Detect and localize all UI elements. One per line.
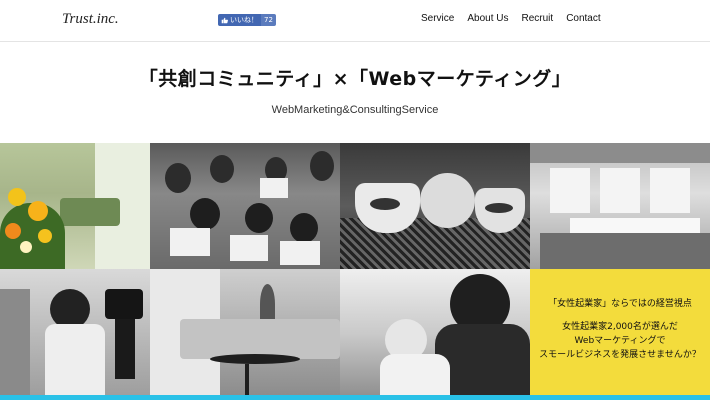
photo-teacups xyxy=(340,143,530,269)
photo-camera-woman xyxy=(0,269,150,400)
photo-meeting-room xyxy=(530,143,710,269)
site-logo[interactable]: Trust.inc. xyxy=(62,11,119,28)
facebook-like-button[interactable]: いいね！ xyxy=(218,14,261,26)
facebook-like-label: いいね！ xyxy=(230,16,258,24)
hero-subline: WebMarketing&ConsultingService xyxy=(271,104,439,116)
promo-panel[interactable]: 「女性起業家」ならではの経営視点 女性起業家2,000名が選んだ Webマーケテ… xyxy=(530,269,710,400)
main-nav: Service About Us Recruit Contact xyxy=(421,0,601,36)
promo-line-3: スモールビジネスを発展させませんか？ xyxy=(539,350,701,360)
promo-line-1: 女性起業家2,000名が選んだ xyxy=(562,322,678,332)
facebook-like-widget[interactable]: いいね！ 72 xyxy=(218,14,276,26)
promo-title: 「女性起業家」ならではの経営視点 xyxy=(548,299,692,309)
thumbs-up-icon xyxy=(221,17,228,23)
photo-lounge xyxy=(150,269,340,400)
promo-text-block: 「女性起業家」ならではの経営視点 女性起業家2,000名が選んだ Webマーケテ… xyxy=(530,269,710,400)
accent-bar xyxy=(0,395,710,400)
photo-office-flowers xyxy=(0,143,150,269)
hero-headline: 「共創コミュニティ」×「Webマーケティング」 xyxy=(138,68,572,90)
nav-recruit[interactable]: Recruit xyxy=(522,13,554,24)
nav-about-us[interactable]: About Us xyxy=(467,13,508,24)
site-header: Trust.inc. いいね！ 72 Service About Us Recr… xyxy=(0,0,710,42)
nav-service[interactable]: Service xyxy=(421,13,454,24)
nav-contact[interactable]: Contact xyxy=(566,13,600,24)
facebook-like-count: 72 xyxy=(261,14,276,26)
promo-line-2: Webマーケティングで xyxy=(574,336,666,346)
photo-mother-baby xyxy=(340,269,530,400)
photo-women-group xyxy=(150,143,340,269)
photo-grid: 「女性起業家」ならではの経営視点 女性起業家2,000名が選んだ Webマーケテ… xyxy=(0,143,710,400)
